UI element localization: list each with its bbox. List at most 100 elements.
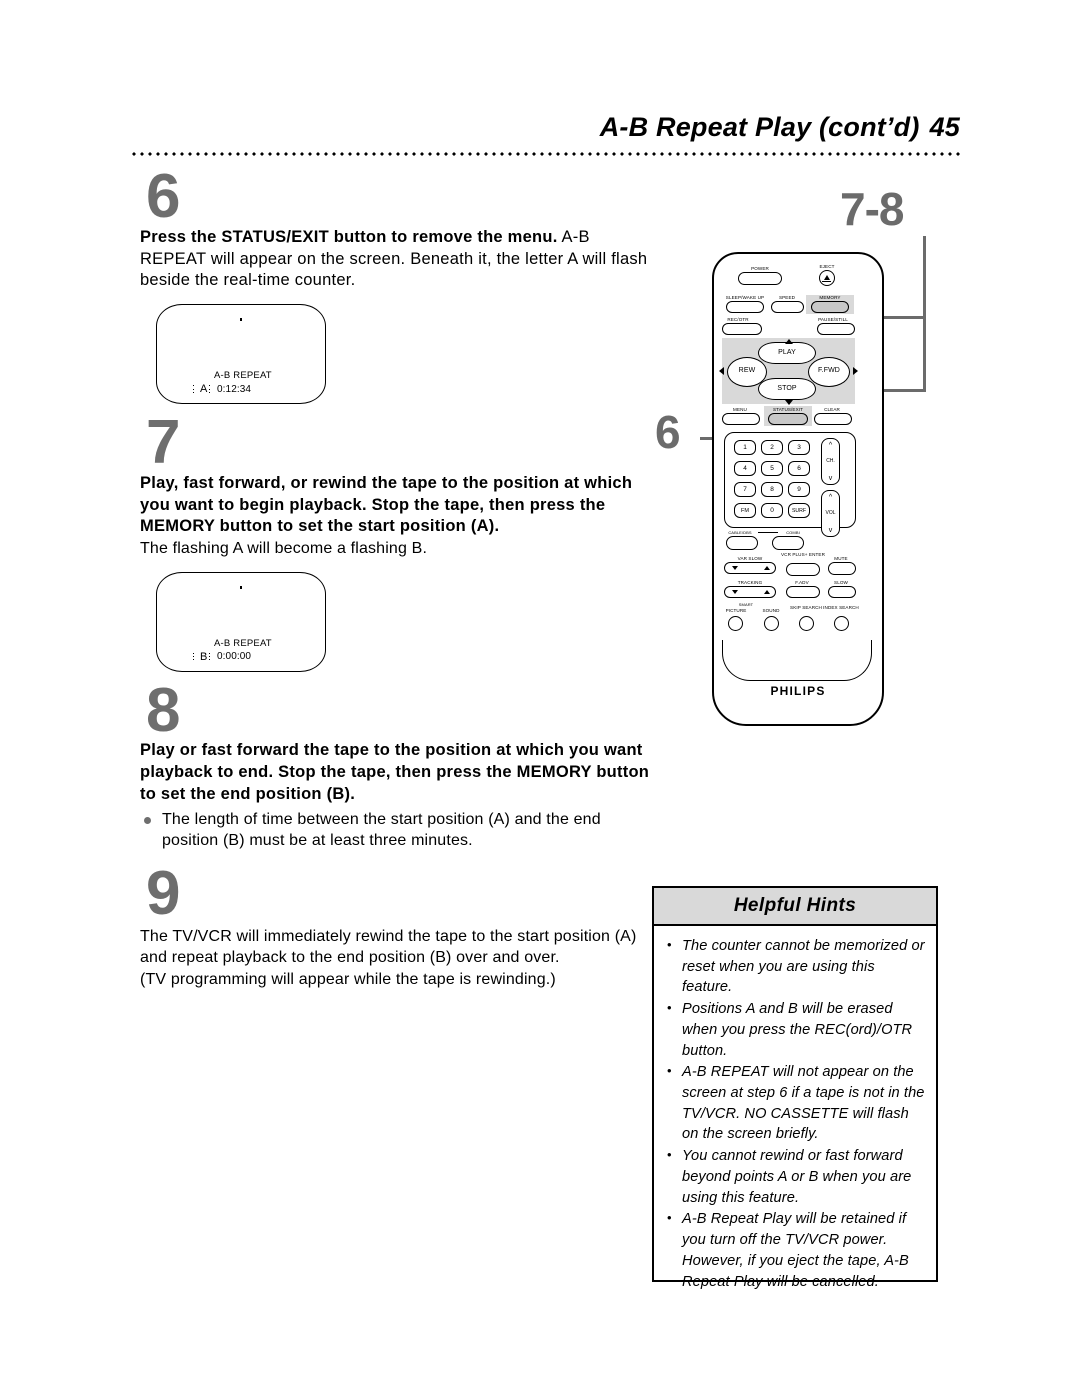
step-9: 9 The TV/VCR will immediately rewind the… xyxy=(140,859,652,990)
eject-bar-icon xyxy=(822,281,831,283)
dotted-divider xyxy=(130,152,960,156)
osd-title-a: A-B REPEAT xyxy=(214,370,272,382)
flash-rays-right-icon xyxy=(209,383,216,396)
hint-item: A-B REPEAT will not appear on the screen… xyxy=(662,1062,926,1145)
remote-label-status-exit: STATUS/EXIT xyxy=(772,407,804,412)
remote-label-eject: EJECT xyxy=(819,264,835,269)
step-6-bold-text: Press the STATUS/EXIT button to remove t… xyxy=(140,227,558,246)
callout-line-vertical-78 xyxy=(923,236,926,392)
helpful-hints-box: Helpful Hints The counter cannot be memo… xyxy=(652,886,938,1290)
remote-label-slow: SLOW xyxy=(834,580,848,585)
osd-row-a: A 0:12:34 xyxy=(193,382,272,396)
f-adv-button[interactable] xyxy=(786,586,820,598)
steps-column: 6 Press the STATUS/EXIT button to remove… xyxy=(140,162,652,990)
flash-rays-left-icon xyxy=(193,383,200,396)
key-8[interactable]: 8 xyxy=(761,482,783,497)
remote-label-vol: VOL xyxy=(825,510,836,516)
remote-label-smart: SMART xyxy=(738,602,754,607)
key-4[interactable]: 4 xyxy=(734,461,756,476)
remote-label-sleep-wake-up: SLEEP/WAKE UP xyxy=(725,295,765,300)
step-7-number: 7 xyxy=(146,408,180,478)
remote-label-index-search: INDEX SEARCH xyxy=(823,605,859,610)
combi-button[interactable] xyxy=(772,536,804,550)
callout-steps-7-8: 7-8 xyxy=(840,183,904,235)
step-6: 6 Press the STATUS/EXIT button to remove… xyxy=(140,162,652,405)
philips-logo: PHILIPS xyxy=(770,684,826,698)
source-row-rule xyxy=(758,532,778,533)
osd-letter-a: A xyxy=(200,383,208,396)
down-arrow-icon xyxy=(785,400,793,405)
flashing-letter-a: A xyxy=(193,382,216,396)
var-slow-up-icon xyxy=(764,566,770,570)
step-9-number: 9 xyxy=(146,859,180,929)
hint-item: A-B Repeat Play will be retained if you … xyxy=(662,1209,926,1292)
index-search-button[interactable] xyxy=(834,616,849,631)
speed-button[interactable] xyxy=(771,301,804,313)
key-5[interactable]: 5 xyxy=(761,461,783,476)
remote-label-menu: MENU xyxy=(733,407,747,412)
right-arrow-icon xyxy=(853,367,858,375)
tv-screen-dot xyxy=(240,318,242,322)
tracking-up-icon xyxy=(764,590,770,594)
osd-letter-b: B xyxy=(200,650,208,663)
key-2[interactable]: 2 xyxy=(761,440,783,455)
channel-rocker[interactable]: ^ CH. v xyxy=(821,438,840,485)
memory-button[interactable] xyxy=(811,301,849,313)
slow-button[interactable] xyxy=(828,586,856,598)
remote-label-rec-otr: REC/OTR xyxy=(727,317,749,322)
vcr-plus-enter-button[interactable] xyxy=(786,563,820,576)
step-9-body-2: (TV programming will appear while the ta… xyxy=(140,970,556,988)
hint-item: The counter cannot be memorized or reset… xyxy=(662,936,926,998)
osd-title-b: A-B REPEAT xyxy=(214,637,272,649)
tv-screen-illustration-a: A-B REPEAT A 0:12:34 xyxy=(156,304,326,405)
cable-dbs-button[interactable] xyxy=(726,536,758,550)
key-3[interactable]: 3 xyxy=(788,440,810,455)
smart-sound-button[interactable] xyxy=(764,616,779,631)
chevron-down-icon: v xyxy=(828,475,833,482)
remote-label-memory: MEMORY xyxy=(819,295,841,300)
hint-item: Positions A and B will be erased when yo… xyxy=(662,999,926,1061)
remote-label-cable-dbs: CABLE/DBS xyxy=(728,530,752,535)
step-6-number: 6 xyxy=(146,162,180,231)
key-1[interactable]: 1 xyxy=(734,440,756,455)
osd-row-b: B 0:00:00 xyxy=(193,650,272,664)
tv-screen-illustration-b: A-B REPEAT B 0:00:00 xyxy=(156,571,326,672)
osd-group-b: A-B REPEAT B 0:00:00 xyxy=(193,637,272,664)
remote-label-vcr-plus-enter: VCR PLUS+ ENTER xyxy=(780,552,825,557)
remote-label-pause-still: PAUSE/STILL xyxy=(818,317,848,322)
key-surf[interactable]: SURF xyxy=(788,503,810,518)
step-7: 7 Play, fast forward, or rewind the tape… xyxy=(140,408,652,672)
step-7-body: The flashing A will become a flashing B. xyxy=(140,540,428,558)
chevron-up-icon: ^ xyxy=(828,442,833,449)
sleep-wake-up-button[interactable] xyxy=(726,301,764,313)
clear-button[interactable] xyxy=(814,413,852,425)
key-9[interactable]: 9 xyxy=(788,482,810,497)
status-exit-button[interactable] xyxy=(768,413,808,425)
page-title-text: A-B Repeat Play (cont’d) xyxy=(599,112,920,142)
pause-still-button[interactable] xyxy=(817,323,855,335)
volume-rocker[interactable]: ^ VOL v xyxy=(821,490,840,537)
page-number: 45 xyxy=(929,112,960,142)
power-button[interactable] xyxy=(738,272,782,285)
step-6-instruction: Press the STATUS/EXIT button to remove t… xyxy=(140,227,652,292)
flash-rays-left-icon xyxy=(193,650,200,663)
step-8-instruction: Play or fast forward the tape to the pos… xyxy=(140,741,650,803)
menu-button[interactable] xyxy=(722,413,760,425)
step-9-body: The TV/VCR will immediately rewind the t… xyxy=(140,928,637,967)
smart-picture-button[interactable] xyxy=(728,616,743,631)
key-fm[interactable]: FM xyxy=(734,503,756,518)
manual-page: A-B Repeat Play (cont’d) 45 6 Press the S… xyxy=(0,0,1080,1397)
key-7[interactable]: 7 xyxy=(734,482,756,497)
rec-otr-button[interactable] xyxy=(722,323,762,335)
skip-search-button[interactable] xyxy=(799,616,814,631)
remote-label-tracking: TRACKING xyxy=(737,580,763,585)
remote-label-play: PLAY xyxy=(778,349,796,356)
key-0[interactable]: 0 xyxy=(761,503,783,518)
key-6[interactable]: 6 xyxy=(788,461,810,476)
remote-label-f-fwd: F.FWD xyxy=(818,367,840,374)
remote-label-speed: SPEED xyxy=(778,295,796,300)
osd-counter-a: 0:12:34 xyxy=(217,383,252,395)
mute-button[interactable] xyxy=(828,562,856,575)
remote-label-combi: COMBI xyxy=(786,530,800,535)
tv-screen-dot xyxy=(240,585,242,589)
